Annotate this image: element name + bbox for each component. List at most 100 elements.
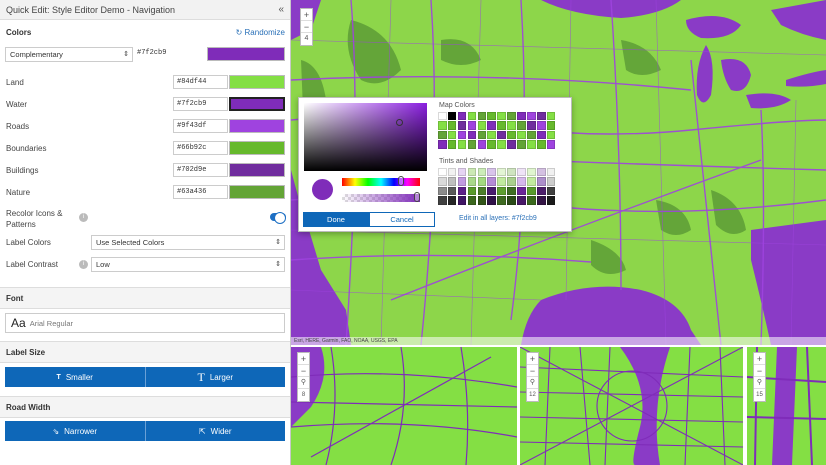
palette-swatch[interactable] <box>447 196 457 205</box>
palette-swatch[interactable] <box>487 177 497 186</box>
zoom-out-button[interactable]: − <box>298 365 309 377</box>
palette-swatch[interactable] <box>527 196 536 205</box>
palette-swatch[interactable] <box>497 168 506 177</box>
palette-swatch[interactable] <box>527 130 536 140</box>
palette-swatch[interactable] <box>477 112 487 121</box>
color-swatch[interactable] <box>229 75 285 89</box>
palette-swatch[interactable] <box>507 196 516 205</box>
zoom-out-button[interactable]: − <box>754 365 765 377</box>
scheme-swatch[interactable] <box>207 47 285 61</box>
contrast-info-icon[interactable]: i <box>79 260 88 269</box>
palette-swatch[interactable] <box>467 196 477 205</box>
zoom-in-button[interactable]: + <box>301 9 312 21</box>
palette-swatch[interactable] <box>536 112 546 121</box>
palette-swatch[interactable] <box>447 177 457 186</box>
palette-swatch[interactable] <box>527 168 536 177</box>
palette-swatch[interactable] <box>497 121 506 130</box>
color-swatch[interactable] <box>229 163 285 177</box>
palette-swatch[interactable] <box>467 140 477 149</box>
palette-swatch[interactable] <box>477 130 487 140</box>
palette-swatch[interactable] <box>536 168 546 177</box>
recolor-toggle[interactable] <box>270 212 286 224</box>
zoom-out-button[interactable]: − <box>301 21 312 33</box>
color-swatch[interactable] <box>229 185 285 199</box>
palette-swatch[interactable] <box>546 130 556 140</box>
palette-swatch[interactable] <box>507 112 516 121</box>
palette-swatch[interactable] <box>487 168 497 177</box>
edit-all-layers-link[interactable]: Edit in all layers: #7f2cb9 <box>459 215 537 222</box>
wider-button[interactable]: ⇱ Wider <box>145 421 285 441</box>
palette-swatch[interactable] <box>467 186 477 196</box>
palette-swatch[interactable] <box>438 140 447 149</box>
randomize-button[interactable]: ↻ Randomize <box>236 28 285 37</box>
palette-swatch[interactable] <box>438 130 447 140</box>
palette-swatch[interactable] <box>477 121 487 130</box>
hex-input[interactable]: #63a436 <box>173 185 228 199</box>
collapse-panel-icon[interactable]: « <box>278 4 284 15</box>
palette-swatch[interactable] <box>527 140 536 149</box>
hex-input[interactable]: #7f2cb9 <box>173 97 228 111</box>
palette-swatch[interactable] <box>517 112 526 121</box>
palette-swatch[interactable] <box>517 130 526 140</box>
palette-swatch[interactable] <box>497 130 506 140</box>
palette-swatch[interactable] <box>447 140 457 149</box>
palette-swatch[interactable] <box>517 121 526 130</box>
hex-input[interactable]: #66b92c <box>173 141 228 155</box>
palette-swatch[interactable] <box>497 112 506 121</box>
palette-swatch[interactable] <box>517 140 526 149</box>
search-icon[interactable]: ⚲ <box>527 377 538 389</box>
narrower-button[interactable]: ⇘ Narrower <box>5 421 146 441</box>
recolor-info-icon[interactable]: i <box>79 213 88 222</box>
done-button[interactable]: Done <box>303 212 369 227</box>
palette-swatch[interactable] <box>546 186 556 196</box>
palette-swatch[interactable] <box>536 186 546 196</box>
zoom-in-button[interactable]: + <box>527 353 538 365</box>
palette-swatch[interactable] <box>457 186 467 196</box>
palette-swatch[interactable] <box>438 168 447 177</box>
smaller-button[interactable]: T Smaller <box>5 367 146 387</box>
palette-swatch[interactable] <box>497 196 506 205</box>
palette-swatch[interactable] <box>497 177 506 186</box>
label-colors-select[interactable]: Use Selected Colors ⇕ <box>91 235 285 250</box>
palette-swatch[interactable] <box>536 121 546 130</box>
palette-swatch[interactable] <box>487 186 497 196</box>
palette-swatch[interactable] <box>497 140 506 149</box>
palette-swatch[interactable] <box>536 196 546 205</box>
palette-swatch[interactable] <box>517 177 526 186</box>
palette-swatch[interactable] <box>507 186 516 196</box>
palette-swatch[interactable] <box>527 121 536 130</box>
palette-swatch[interactable] <box>507 168 516 177</box>
zoom-in-button[interactable]: + <box>298 353 309 365</box>
palette-swatch[interactable] <box>507 121 516 130</box>
palette-swatch[interactable] <box>517 168 526 177</box>
saturation-value-area[interactable] <box>304 103 427 171</box>
color-swatch[interactable] <box>229 97 285 111</box>
cancel-button[interactable]: Cancel <box>369 212 435 227</box>
palette-swatch[interactable] <box>477 177 487 186</box>
palette-swatch[interactable] <box>447 168 457 177</box>
color-swatch[interactable] <box>229 141 285 155</box>
hue-slider[interactable] <box>342 176 420 186</box>
hex-input[interactable]: #9f43df <box>173 119 228 133</box>
palette-swatch[interactable] <box>546 196 556 205</box>
palette-swatch[interactable] <box>457 140 467 149</box>
palette-swatch[interactable] <box>477 168 487 177</box>
palette-swatch[interactable] <box>467 130 477 140</box>
palette-swatch[interactable] <box>438 121 447 130</box>
mini-map-1[interactable]: + − ⚲ 8 <box>291 347 517 465</box>
palette-swatch[interactable] <box>517 186 526 196</box>
palette-swatch[interactable] <box>438 196 447 205</box>
sv-handle[interactable] <box>396 119 403 126</box>
palette-swatch[interactable] <box>527 177 536 186</box>
color-swatch[interactable] <box>229 119 285 133</box>
mini-map-3[interactable]: + − ⚲ 15 <box>747 347 826 465</box>
palette-swatch[interactable] <box>477 196 487 205</box>
hex-input[interactable]: #702d9e <box>173 163 228 177</box>
palette-swatch[interactable] <box>457 112 467 121</box>
zoom-out-button[interactable]: − <box>527 365 538 377</box>
palette-swatch[interactable] <box>457 121 467 130</box>
mini-map-2[interactable]: + − ⚲ 12 <box>520 347 743 465</box>
hex-input[interactable]: #84df44 <box>173 75 228 89</box>
search-icon[interactable]: ⚲ <box>298 377 309 389</box>
font-picker[interactable]: Aa Arial Regular <box>5 313 285 333</box>
